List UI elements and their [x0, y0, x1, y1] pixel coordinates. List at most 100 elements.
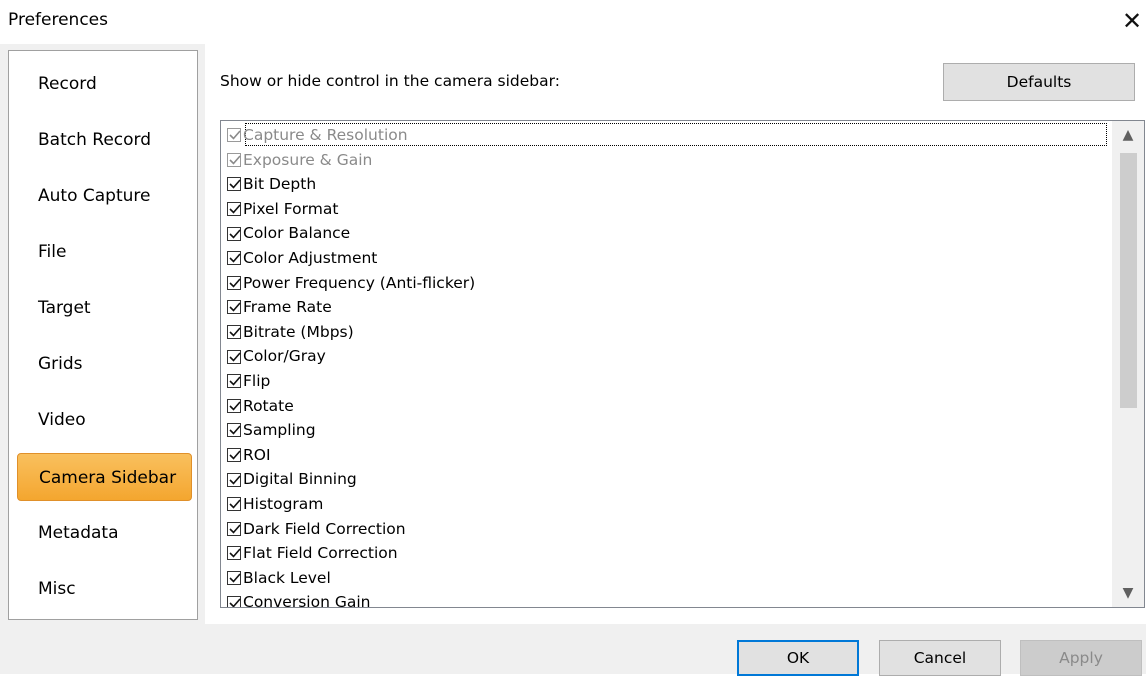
- sidebar-item-file[interactable]: File: [17, 228, 192, 276]
- checkbox[interactable]: [227, 521, 241, 536]
- sidebar-item-auto-capture[interactable]: Auto Capture: [17, 172, 192, 220]
- close-icon[interactable]: ✕: [1118, 6, 1146, 36]
- checkmark-icon: [229, 278, 241, 288]
- list-item[interactable]: ROI: [227, 443, 271, 468]
- sidebar-controls-list: Capture & Resolution Exposure & Gain Bit D…: [220, 120, 1145, 608]
- sidebar-item-batch-record[interactable]: Batch Record: [17, 116, 192, 164]
- scroll-up-icon[interactable]: ▲: [1112, 121, 1144, 149]
- list-item-label: Bitrate (Mbps): [243, 322, 354, 341]
- checkmark-icon: [229, 524, 241, 534]
- list-item-label: Color Adjustment: [243, 249, 378, 267]
- checkbox[interactable]: [227, 546, 241, 561]
- list-item[interactable]: Flip: [227, 369, 270, 394]
- list-item-label: Histogram: [243, 495, 324, 513]
- list-item-label: Power Frequency (Anti-flicker): [243, 273, 476, 292]
- list-item[interactable]: Black Level: [227, 566, 331, 591]
- checkbox[interactable]: [227, 202, 241, 217]
- list-item-label: Conversion Gain: [243, 593, 371, 608]
- list-item-label: Pixel Format: [243, 199, 339, 218]
- checkbox[interactable]: [227, 398, 241, 413]
- checkbox[interactable]: [227, 571, 241, 586]
- sidebar-item-camera-sidebar[interactable]: Camera Sidebar: [17, 453, 192, 501]
- list-item[interactable]: Capture & Resolution: [227, 123, 408, 148]
- title-bar: Preferences ✕: [0, 0, 1146, 44]
- checkbox[interactable]: [227, 226, 241, 241]
- list-item[interactable]: Bit Depth: [227, 172, 316, 197]
- window-title: Preferences: [8, 10, 108, 30]
- list-item-label: Rotate: [243, 396, 294, 415]
- sidebar-item-target[interactable]: Target: [17, 284, 192, 332]
- list-item[interactable]: Histogram: [227, 492, 323, 517]
- cancel-button[interactable]: Cancel: [879, 640, 1001, 676]
- checkmark-icon: [229, 302, 241, 313]
- checkmark-icon: [229, 450, 241, 460]
- list-item-label: Sampling: [243, 421, 316, 440]
- list-item-label: Capture & Resolution: [243, 126, 408, 144]
- list-item[interactable]: Pixel Format: [227, 197, 338, 222]
- checkbox[interactable]: [227, 374, 241, 389]
- list-item[interactable]: Sampling: [227, 418, 316, 443]
- list-item[interactable]: Digital Binning: [227, 467, 357, 492]
- checkmark-icon: [229, 425, 241, 436]
- sidebar-item-misc[interactable]: Misc: [17, 565, 192, 613]
- checkbox[interactable]: [227, 595, 241, 607]
- checkmark-icon: [229, 229, 241, 239]
- list-item[interactable]: Frame Rate: [227, 295, 332, 320]
- settings-panel: Show or hide control in the camera sideb…: [205, 44, 1146, 624]
- sidebar-item-grids[interactable]: Grids: [17, 340, 192, 388]
- list-item[interactable]: Dark Field Correction: [227, 517, 406, 542]
- checkmark-icon: [229, 573, 241, 583]
- checkbox[interactable]: [227, 423, 241, 438]
- list-item[interactable]: Color Adjustment: [227, 246, 377, 271]
- list-item[interactable]: Color Balance: [227, 221, 350, 246]
- list-item[interactable]: Color/Gray: [227, 344, 326, 369]
- sidebar-item-video[interactable]: Video: [17, 396, 192, 444]
- checkbox[interactable]: [227, 325, 241, 340]
- checkmark-icon: [229, 253, 241, 263]
- checkbox[interactable]: [227, 251, 241, 266]
- list-item-label: Color Balance: [243, 224, 351, 243]
- checkmark-icon: [229, 598, 241, 607]
- list-item[interactable]: Bitrate (Mbps): [227, 320, 354, 345]
- list-item-label: Color/Gray: [243, 347, 326, 366]
- list-item[interactable]: Power Frequency (Anti-flicker): [227, 271, 475, 296]
- checkbox[interactable]: [227, 349, 241, 364]
- list-item-label: Flat Field Correction: [243, 544, 398, 563]
- checkmark-icon: [229, 376, 241, 386]
- checkmark-icon: [229, 499, 241, 509]
- checkbox[interactable]: [227, 300, 241, 315]
- checkmark-icon: [229, 327, 241, 337]
- checkbox[interactable]: [227, 448, 241, 463]
- list-item[interactable]: Exposure & Gain: [227, 148, 372, 173]
- checkbox[interactable]: [227, 152, 241, 167]
- list-item[interactable]: Rotate: [227, 394, 294, 419]
- checkmark-icon: [229, 130, 241, 140]
- list-item[interactable]: Conversion Gain: [227, 590, 371, 608]
- list-item-label: Frame Rate: [243, 298, 332, 317]
- checkmark-icon: [229, 475, 241, 485]
- list-item-label: Black Level: [243, 568, 331, 587]
- sidebar-item-metadata[interactable]: Metadata: [17, 509, 192, 557]
- list-item-label: Digital Binning: [243, 470, 357, 489]
- ok-button[interactable]: OK: [737, 640, 859, 676]
- list-item-label: Bit Depth: [243, 175, 317, 194]
- sidebar-item-record[interactable]: Record: [17, 60, 192, 108]
- checkbox[interactable]: [227, 275, 241, 290]
- checkmark-icon: [229, 155, 241, 165]
- defaults-button[interactable]: Defaults: [943, 63, 1135, 101]
- checkmark-icon: [229, 179, 241, 190]
- apply-button[interactable]: Apply: [1020, 640, 1142, 676]
- list-item[interactable]: Flat Field Correction: [227, 541, 398, 566]
- list-item-label: Dark Field Correction: [243, 519, 406, 538]
- checkbox[interactable]: [227, 472, 241, 487]
- checkmark-icon: [229, 352, 241, 362]
- vertical-scrollbar[interactable]: ▲ ▼: [1112, 121, 1144, 607]
- list-prompt: Show or hide control in the camera sideb…: [220, 72, 560, 90]
- scroll-down-icon[interactable]: ▼: [1112, 579, 1144, 607]
- category-sidebar: Record Batch Record Auto Capture File Ta…: [8, 50, 198, 620]
- checkbox[interactable]: [227, 177, 241, 192]
- scroll-thumb[interactable]: [1120, 153, 1137, 408]
- checkmark-icon: [229, 401, 241, 411]
- checkbox[interactable]: [227, 497, 241, 512]
- checkbox[interactable]: [227, 128, 241, 143]
